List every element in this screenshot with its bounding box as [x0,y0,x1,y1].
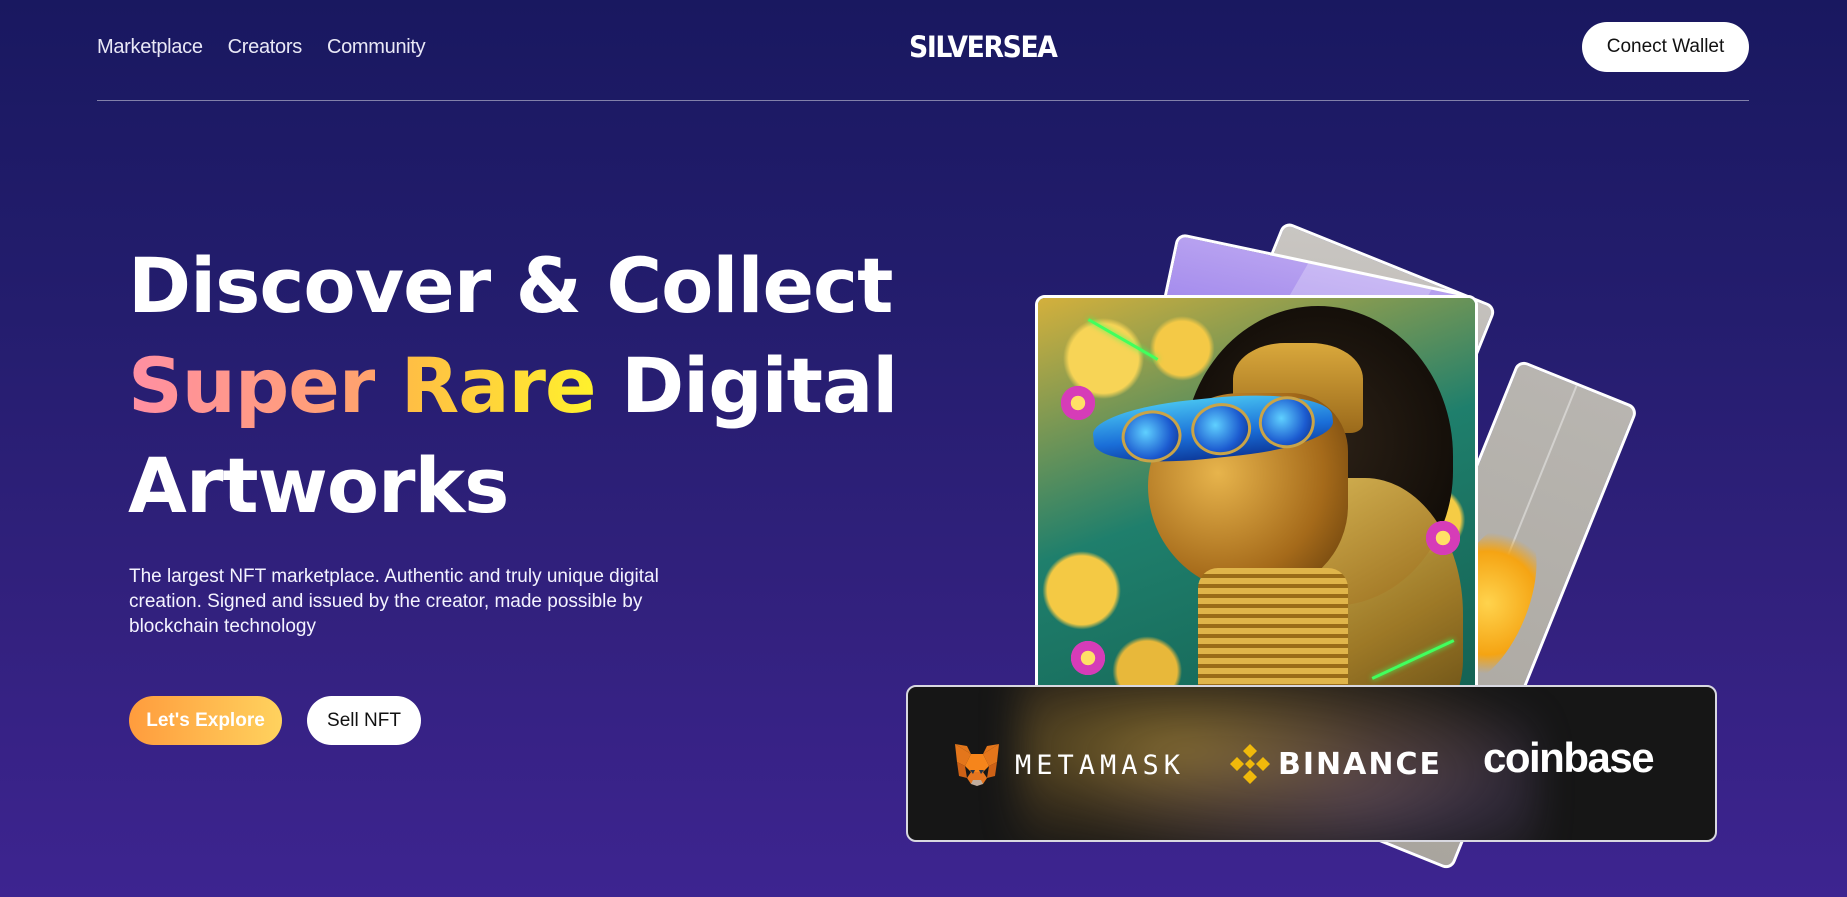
hero-title-line3: Artworks [128,441,509,530]
hero-title-rare: Rare [400,341,597,430]
lets-explore-button[interactable]: Let's Explore [129,696,282,745]
hero-title: Discover & Collect Super Rare Digital Ar… [128,236,898,536]
main-nav: Marketplace Creators Community [97,36,426,59]
sell-nft-button[interactable]: Sell NFT [307,696,421,745]
nav-link-creators[interactable]: Creators [228,36,303,59]
metamask-logo[interactable]: METAMASK [953,742,1185,788]
nav-link-community[interactable]: Community [327,36,426,59]
hero-description: The largest NFT marketplace. Authentic a… [129,566,659,637]
metamask-fox-icon [955,744,999,786]
site-logo[interactable]: SILVERSEA [909,30,1058,64]
metamask-label: METAMASK [1015,749,1186,781]
coinbase-label: coinbase [1483,734,1655,781]
coinbase-logo[interactable]: coinbase [1483,734,1655,782]
binance-diamond-icon [1230,744,1270,784]
binance-logo[interactable]: BINANCE [1228,742,1442,786]
binance-label: BINANCE [1278,746,1442,782]
nav-link-marketplace[interactable]: Marketplace [97,36,203,59]
wallet-partners-banner: METAMASK BINANCE coinbase [906,685,1717,842]
header-divider [97,100,1749,101]
hero-title-digital: Digital [621,341,898,430]
connect-wallet-button[interactable]: Conect Wallet [1582,22,1749,72]
hero-title-super: Super [128,341,376,430]
hero-title-line1: Discover & Collect [128,241,893,330]
